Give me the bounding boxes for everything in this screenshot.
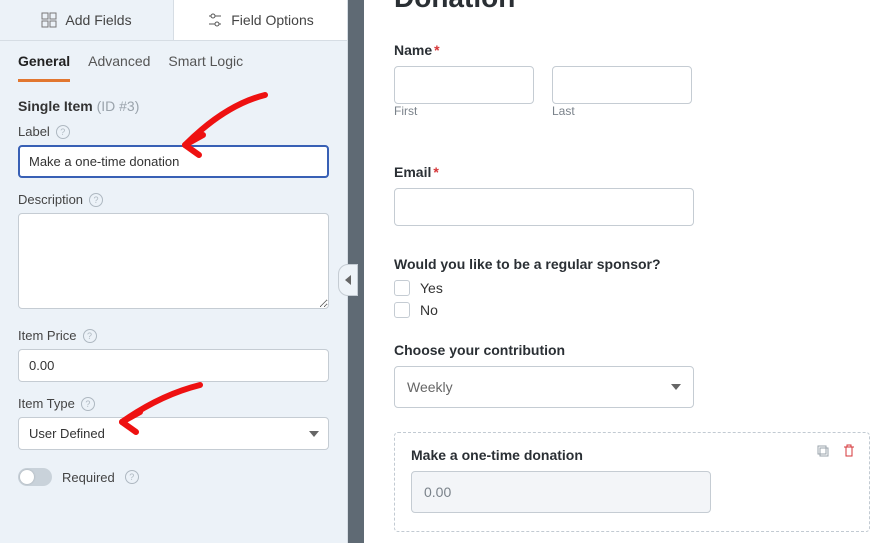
last-sublabel: Last bbox=[552, 104, 692, 118]
selected-field[interactable]: Make a one-time donation 0.00 bbox=[394, 432, 870, 532]
item-type-label: Item Type? bbox=[18, 396, 329, 411]
sponsor-label: Would you like to be a regular sponsor? bbox=[394, 256, 880, 272]
form-title: Donation bbox=[394, 0, 880, 14]
contribution-label: Choose your contribution bbox=[394, 342, 880, 358]
description-label: Description? bbox=[18, 192, 329, 207]
label-label: Label? bbox=[18, 124, 329, 139]
name-label: Name* bbox=[394, 42, 880, 58]
subtab-smart-logic[interactable]: Smart Logic bbox=[168, 53, 243, 82]
donation-label: Make a one-time donation bbox=[411, 447, 853, 463]
sponsor-yes-checkbox[interactable] bbox=[394, 280, 410, 296]
tab-add-fields[interactable]: Add Fields bbox=[0, 0, 174, 40]
help-icon[interactable]: ? bbox=[56, 125, 70, 139]
section-title: Single Item (ID #3) bbox=[0, 82, 347, 124]
collapse-handle[interactable] bbox=[338, 264, 358, 296]
trash-icon[interactable] bbox=[841, 443, 857, 459]
email-label: Email* bbox=[394, 164, 880, 180]
help-icon[interactable]: ? bbox=[125, 470, 139, 484]
duplicate-icon[interactable] bbox=[815, 443, 831, 459]
sponsor-no-checkbox[interactable] bbox=[394, 302, 410, 318]
required-label: Required bbox=[62, 470, 115, 485]
panel-divider bbox=[348, 0, 364, 543]
tab-add-fields-label: Add Fields bbox=[65, 12, 131, 28]
last-name-input[interactable] bbox=[552, 66, 692, 104]
item-type-select[interactable] bbox=[18, 417, 329, 450]
label-input[interactable] bbox=[18, 145, 329, 178]
help-icon[interactable]: ? bbox=[83, 329, 97, 343]
item-price-label: Item Price? bbox=[18, 328, 329, 343]
required-toggle[interactable] bbox=[18, 468, 52, 486]
grid-icon bbox=[41, 12, 57, 28]
contribution-select[interactable]: Weekly bbox=[394, 366, 694, 408]
first-name-input[interactable] bbox=[394, 66, 534, 104]
sponsor-yes-label: Yes bbox=[420, 280, 443, 296]
sponsor-no-label: No bbox=[420, 302, 438, 318]
subtab-general[interactable]: General bbox=[18, 53, 70, 82]
subtab-advanced[interactable]: Advanced bbox=[88, 53, 150, 82]
chevron-down-icon bbox=[671, 384, 681, 390]
sliders-icon bbox=[207, 12, 223, 28]
donation-price-input[interactable]: 0.00 bbox=[411, 471, 711, 513]
help-icon[interactable]: ? bbox=[81, 397, 95, 411]
tab-field-options[interactable]: Field Options bbox=[174, 0, 347, 40]
description-input[interactable] bbox=[18, 213, 329, 309]
help-icon[interactable]: ? bbox=[89, 193, 103, 207]
first-sublabel: First bbox=[394, 104, 534, 118]
tab-field-options-label: Field Options bbox=[231, 12, 313, 28]
email-input[interactable] bbox=[394, 188, 694, 226]
item-price-input[interactable] bbox=[18, 349, 329, 382]
